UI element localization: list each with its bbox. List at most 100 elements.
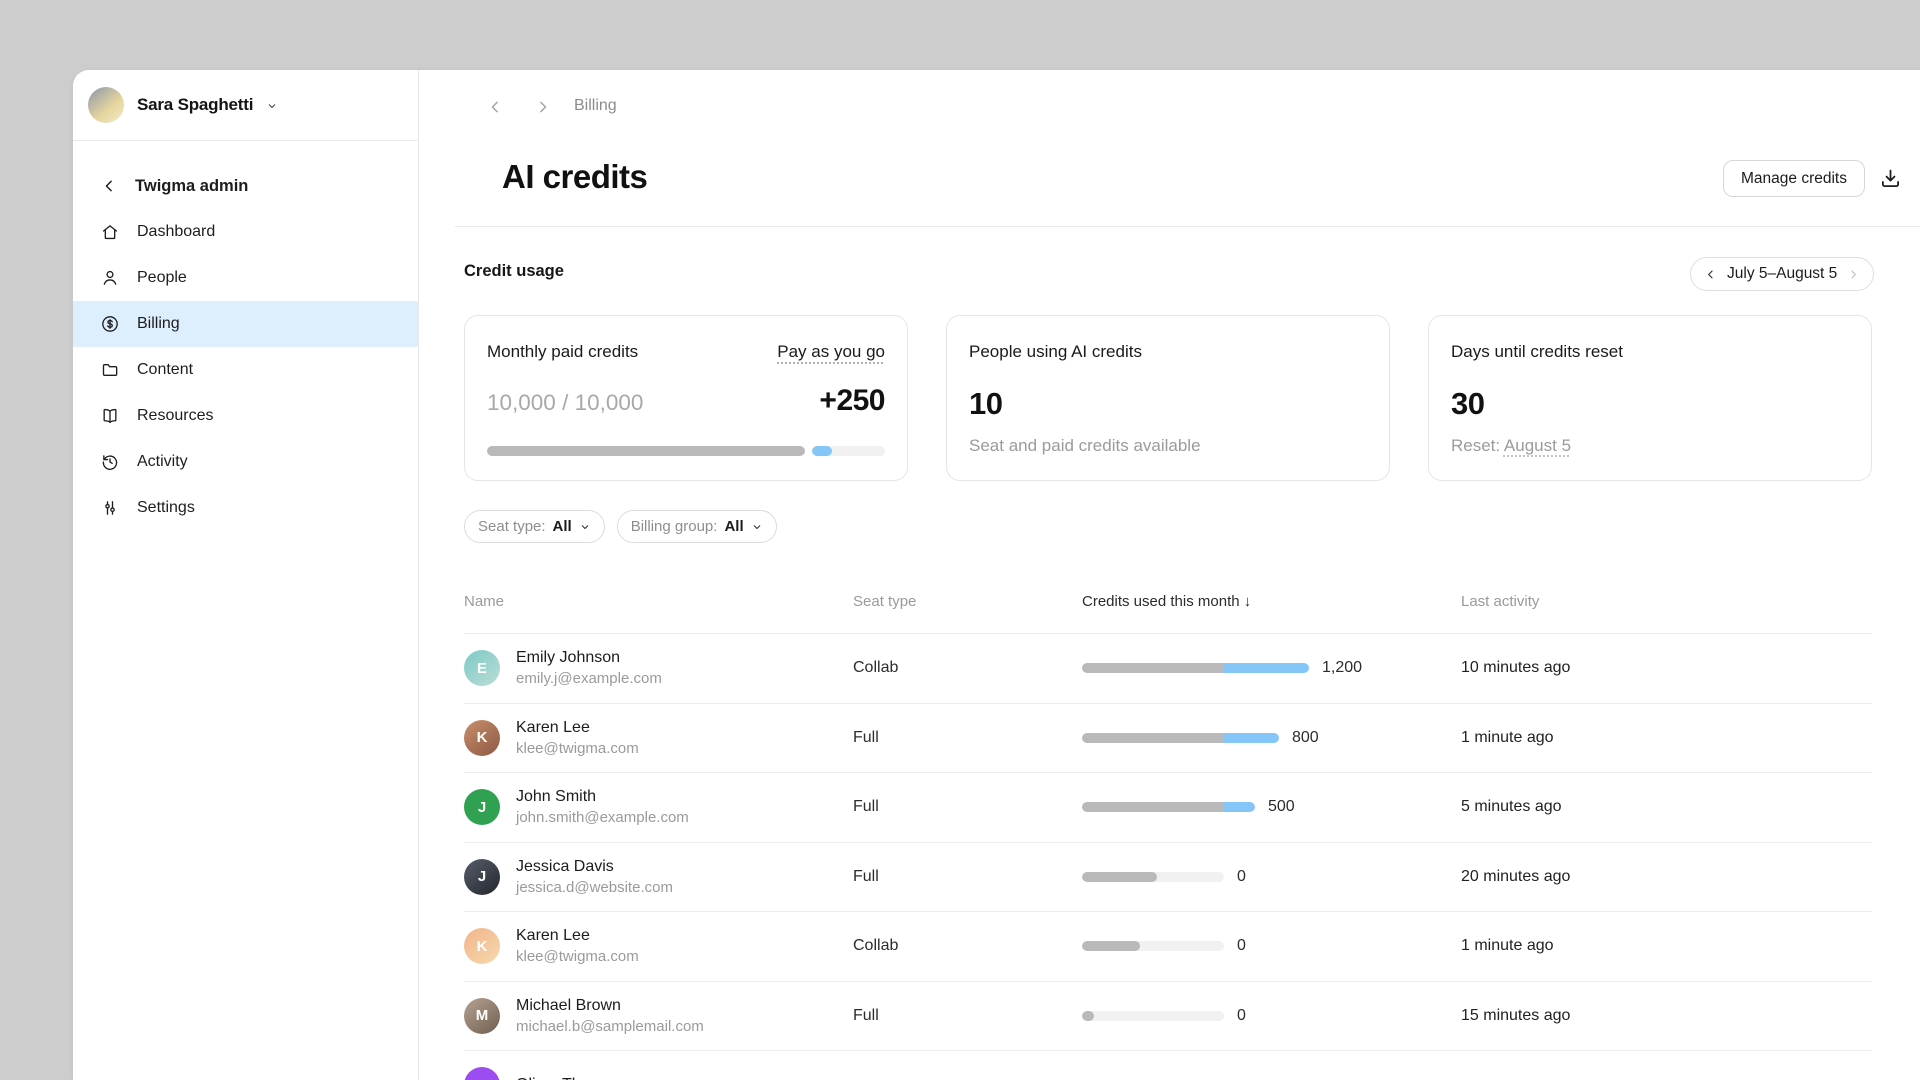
person-icon xyxy=(100,268,120,288)
date-next-icon[interactable] xyxy=(1847,268,1860,281)
header-divider xyxy=(455,226,1920,227)
user-email: michael.b@samplemail.com xyxy=(516,1018,704,1035)
manage-credits-button[interactable]: Manage credits xyxy=(1723,160,1865,197)
sidebar-item-label: Content xyxy=(137,361,193,379)
sidebar-item-label: Activity xyxy=(137,453,188,471)
stats-cards: Monthly paid credits Pay as you go 10,00… xyxy=(464,315,1872,481)
page-title: AI credits xyxy=(502,158,647,196)
sidebar-item-content[interactable]: Content xyxy=(73,347,418,393)
user-email: emily.j@example.com xyxy=(516,670,662,687)
table-row[interactable]: O Oliver Thompson xyxy=(464,1050,1872,1080)
user-fullname: Karen Lee xyxy=(516,927,639,945)
download-icon[interactable] xyxy=(1878,166,1903,191)
last-activity: 1 minute ago xyxy=(1461,729,1554,747)
column-header-last-activity[interactable]: Last activity xyxy=(1461,593,1539,610)
filter-billing-group[interactable]: Billing group: All xyxy=(617,510,777,543)
usage-bar: 0 xyxy=(1082,1007,1246,1025)
table-filters: Seat type: All Billing group: All xyxy=(464,510,777,543)
filter-seat-type[interactable]: Seat type: All xyxy=(464,510,605,543)
sidebar-item-settings[interactable]: Settings xyxy=(73,485,418,531)
breadcrumb-forward-button[interactable] xyxy=(534,98,552,116)
avatar: K xyxy=(464,928,500,964)
card-title: People using AI credits xyxy=(969,342,1142,362)
chevron-down-icon xyxy=(579,521,591,533)
card-title: Monthly paid credits xyxy=(487,342,638,362)
date-prev-icon[interactable] xyxy=(1704,268,1717,281)
column-header-name[interactable]: Name xyxy=(464,593,504,610)
sidebar-item-resources[interactable]: Resources xyxy=(73,393,418,439)
card-subtitle: Reset: August 5 xyxy=(1451,436,1849,456)
last-activity: 10 minutes ago xyxy=(1461,659,1570,677)
seat-type: Collab xyxy=(853,659,898,677)
sidebar-item-label: People xyxy=(137,269,187,287)
table-row[interactable]: K Karen Lee klee@twigma.com Full 800 1 minute… xyxy=(464,703,1872,773)
credits-table: Name Seat type Credits used this month ↓ La… xyxy=(464,586,1872,1080)
breadcrumb: Billing xyxy=(574,97,617,115)
table-row[interactable]: JJohn Smithjohn.smith@example.comFull500… xyxy=(464,772,1872,842)
monthly-credits-used: 10,000 / 10,000 xyxy=(487,390,643,416)
filter-value: All xyxy=(553,518,572,535)
avatar: M xyxy=(464,998,500,1034)
days-count: 30 xyxy=(1451,386,1849,422)
sidebar-item-people[interactable]: People xyxy=(73,255,418,301)
user-email: jessica.d@website.com xyxy=(516,879,673,896)
sidebar-item-label: Billing xyxy=(137,315,180,333)
date-range-picker[interactable]: July 5–August 5 xyxy=(1690,257,1874,291)
usage-bar: 500 xyxy=(1082,798,1295,816)
sidebar-item-dashboard[interactable]: Dashboard xyxy=(73,209,418,255)
table-row[interactable]: EEmily Johnsonemily.j@example.comCollab1… xyxy=(464,633,1872,703)
sidebar-item-label: Resources xyxy=(137,407,213,425)
avatar: J xyxy=(464,859,500,895)
sliders-icon xyxy=(100,498,120,518)
user-fullname: Michael Brown xyxy=(516,997,704,1015)
chevron-down-icon xyxy=(751,521,763,533)
sidebar-nav: Twigma admin Dashboard People Billing Conte… xyxy=(73,141,418,531)
user-fullname: John Smith xyxy=(516,788,689,806)
user-avatar xyxy=(88,87,124,123)
filter-value: All xyxy=(724,518,743,535)
user-email: klee@twigma.com xyxy=(516,740,639,757)
usage-bar: 0 xyxy=(1082,937,1246,955)
credits-value: 500 xyxy=(1268,798,1295,816)
reset-label: Reset: xyxy=(1451,436,1504,455)
seat-type: Full xyxy=(853,729,879,747)
last-activity: 15 minutes ago xyxy=(1461,1007,1570,1025)
sidebar-back[interactable]: Twigma admin xyxy=(73,163,418,209)
column-header-credits-used-this-month[interactable]: Credits used this month ↓ xyxy=(1082,593,1251,610)
user-fullname: Oliver Thompson xyxy=(516,1076,638,1080)
credits-value: 0 xyxy=(1237,868,1246,886)
history-icon xyxy=(100,452,120,472)
credits-progress-bar xyxy=(487,446,885,456)
breadcrumb-back-button[interactable] xyxy=(486,98,504,116)
date-range-label: July 5–August 5 xyxy=(1727,265,1837,283)
avatar: J xyxy=(464,789,500,825)
table-row[interactable]: JJessica Davisjessica.d@website.comFull0… xyxy=(464,842,1872,912)
reset-date-link[interactable]: August 5 xyxy=(1504,436,1571,455)
main-content: Billing AI credits Manage credits Credit… xyxy=(420,70,1920,1080)
user-name: Sara Spaghetti xyxy=(137,95,253,115)
filter-label: Seat type: xyxy=(478,518,546,535)
avatar: O xyxy=(464,1067,500,1080)
sidebar-item-billing[interactable]: Billing xyxy=(73,301,418,347)
table-row[interactable]: KKaren Leeklee@twigma.comCollab01 minute… xyxy=(464,911,1872,981)
credits-value: 0 xyxy=(1237,937,1246,955)
avatar: K xyxy=(464,720,500,756)
credits-value: 800 xyxy=(1292,729,1319,747)
account-menu[interactable]: Sara Spaghetti xyxy=(73,70,418,141)
pay-as-you-go-link[interactable]: Pay as you go xyxy=(777,342,885,362)
filter-label: Billing group: xyxy=(631,518,718,535)
avatar: E xyxy=(464,650,500,686)
table-row[interactable]: MMichael Brownmichael.b@samplemail.comFu… xyxy=(464,981,1872,1051)
sidebar: Sara Spaghetti Twigma admin Dashboard Peo… xyxy=(73,70,419,1080)
column-header-seat-type[interactable]: Seat type xyxy=(853,593,916,610)
sidebar-item-label: Dashboard xyxy=(137,223,215,241)
usage-bar: 1,200 xyxy=(1082,659,1362,677)
seat-type: Full xyxy=(853,798,879,816)
payg-credits-value: +250 xyxy=(819,384,885,418)
section-title: Credit usage xyxy=(464,262,564,281)
seat-type: Full xyxy=(853,868,879,886)
org-title: Twigma admin xyxy=(135,177,248,196)
user-fullname: Karen Lee xyxy=(516,719,639,737)
people-count: 10 xyxy=(969,386,1367,422)
sidebar-item-activity[interactable]: Activity xyxy=(73,439,418,485)
